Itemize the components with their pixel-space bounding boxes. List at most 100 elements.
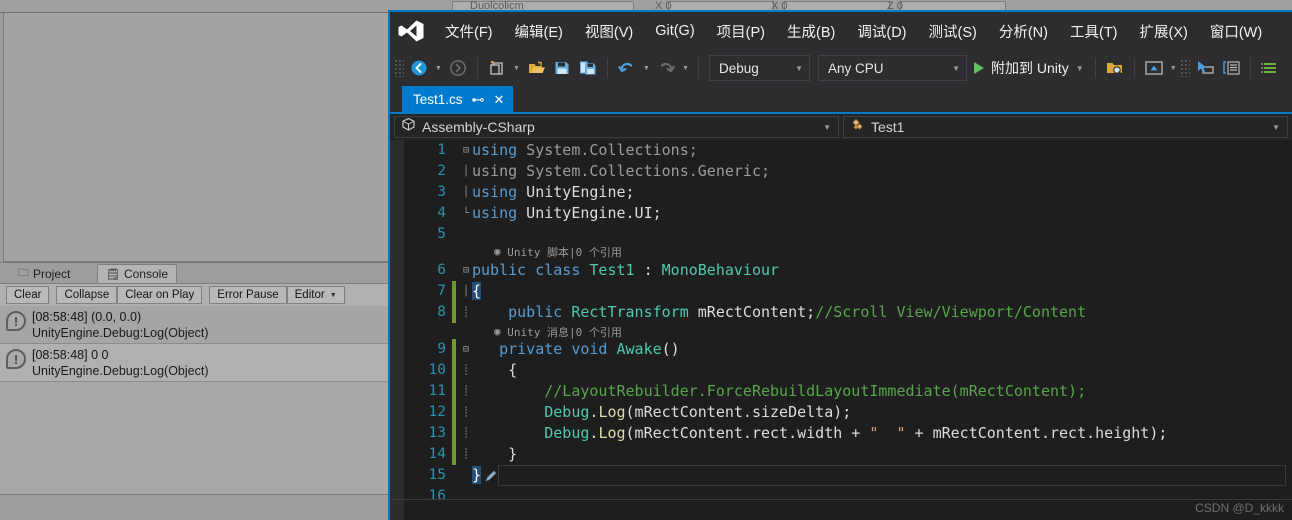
tab-test1-cs[interactable]: Test1.cs ⊷ ✕ [402, 86, 514, 112]
project-dropdown[interactable]: Assembly-CSharp ▼ [394, 116, 839, 138]
menu-extensions[interactable]: 扩展(X) [1129, 17, 1199, 46]
token-class: Debug [544, 403, 590, 421]
menu-file[interactable]: 文件(F) [434, 17, 504, 46]
pin-icon[interactable]: ⊷ [472, 93, 485, 106]
code-line[interactable]: 3 │ using UnityEngine; [390, 182, 1292, 203]
code-line[interactable]: 15 } [390, 465, 1292, 486]
chevron-down-icon[interactable]: ▼ [1167, 55, 1180, 81]
code-line[interactable]: 5 [390, 224, 1292, 245]
code-text: } [472, 444, 1292, 465]
open-file-icon[interactable] [523, 55, 549, 81]
list-item[interactable]: ! [08:58:48] (0.0, 0.0) UnityEngine.Debu… [0, 306, 392, 344]
navigate-backward-icon[interactable] [406, 55, 432, 81]
line-number: 12 [428, 404, 446, 420]
fold-toggle-icon[interactable]: ⊟ [460, 260, 472, 281]
fold-line-icon: ┊ [462, 307, 470, 318]
select-element-icon[interactable] [1192, 55, 1218, 81]
code-line[interactable]: 14 ┊ } [390, 444, 1292, 465]
save-icon[interactable] [549, 55, 575, 81]
navigate-forward-icon[interactable] [445, 55, 471, 81]
console-error-pause-button[interactable]: Error Pause [209, 286, 287, 304]
menu-debug[interactable]: 调试(D) [846, 17, 917, 46]
chevron-down-icon: ▼ [952, 63, 960, 73]
change-bar [452, 381, 456, 402]
menu-test[interactable]: 测试(S) [918, 17, 988, 46]
code-line[interactable]: 13 ┊ Debug.Log(mRectContent.rect.width +… [390, 423, 1292, 444]
codelens-class[interactable]: ◉ Unity 脚本|0 个引用 [390, 244, 1292, 259]
solution-explorer-icon[interactable] [1257, 55, 1283, 81]
type-dropdown[interactable]: Test1 ▼ [843, 116, 1288, 138]
live-share-icon[interactable] [1141, 55, 1167, 81]
code-line[interactable]: 9 ⊟ private void Awake() [390, 339, 1292, 360]
unity-scene-panel[interactable] [3, 4, 390, 262]
code-line[interactable]: 2 │ using System.Collections.Generic; [390, 161, 1292, 182]
codelens-method[interactable]: ◉ Unity 消息|0 个引用 [390, 324, 1292, 339]
attach-to-unity-button[interactable]: 附加到 Unity ▼ [971, 58, 1089, 78]
change-bar [452, 302, 456, 323]
visual-studio-window: 文件(F) 编辑(E) 视图(V) Git(G) 项目(P) 生成(B) 调试(… [388, 10, 1292, 520]
undo-icon[interactable] [614, 55, 640, 81]
pencil-edit-icon[interactable] [484, 468, 498, 482]
code-line[interactable]: 6 ⊟ public class Test1 : MonoBehaviour [390, 260, 1292, 281]
unity-editor-window: 🗀 Project 🗒 Console Clear Collapse Clear… [0, 0, 392, 520]
menu-tools[interactable]: 工具(T) [1059, 17, 1129, 46]
type-dropdown-value: Test1 [871, 119, 905, 135]
console-clear-button[interactable]: Clear [6, 286, 50, 304]
console-clear-on-play-button[interactable]: Clear on Play [117, 286, 203, 304]
unity-console-log-list[interactable]: ! [08:58:48] (0.0, 0.0) UnityEngine.Debu… [0, 306, 392, 494]
toolbar-grip-handle[interactable] [394, 59, 404, 77]
line-number: 10 [428, 362, 446, 378]
chevron-down-icon[interactable]: ▼ [432, 55, 445, 81]
code-line[interactable]: 8 ┊ public RectTransform mRectContent;//… [390, 302, 1292, 323]
code-text: public class Test1 : MonoBehaviour [472, 260, 1292, 281]
menu-edit[interactable]: 编辑(E) [504, 17, 574, 46]
menu-analyze[interactable]: 分析(N) [988, 17, 1059, 46]
live-visual-tree-icon[interactable] [1218, 55, 1244, 81]
chevron-down-icon[interactable]: ▼ [679, 55, 692, 81]
code-line[interactable]: 11 ┊ //LayoutRebuilder.ForceRebuildLayou… [390, 381, 1292, 402]
token-class: Debug [544, 424, 590, 442]
token-namespace: UnityEngine.UI; [517, 204, 662, 222]
close-icon[interactable]: ✕ [494, 93, 505, 106]
menu-window[interactable]: 窗口(W) [1199, 17, 1273, 46]
line-number: 9 [437, 341, 446, 357]
change-bar [452, 140, 456, 161]
console-collapse-button[interactable]: Collapse [56, 286, 118, 304]
fold-line-icon: ┊ [462, 386, 470, 397]
code-editor[interactable]: 1 ⊟ using System.Collections; 2 │ using … [390, 140, 1292, 520]
play-icon [974, 62, 984, 74]
token-punct: : [634, 261, 662, 279]
unity-tab-project[interactable]: 🗀 Project [10, 264, 78, 283]
standard-toolbar: ▼ ▼ ▼ ▼ Debug ▼ Any CPU ▼ 附加到 Unity ▼ ▼ [390, 50, 1292, 86]
chevron-down-icon[interactable]: ▼ [640, 55, 653, 81]
menu-build[interactable]: 生成(B) [776, 17, 846, 46]
code-line[interactable]: 1 ⊟ using System.Collections; [390, 140, 1292, 161]
token-keyword: class [535, 261, 581, 279]
token-args: (mRectContent.sizeDelta); [625, 403, 852, 421]
code-line[interactable]: 12 ┊ Debug.Log(mRectContent.sizeDelta); [390, 402, 1292, 423]
fold-toggle-icon[interactable]: ⊟ [460, 339, 472, 360]
solution-configuration-dropdown[interactable]: Debug ▼ [709, 55, 810, 81]
chevron-down-icon[interactable]: ▼ [510, 55, 523, 81]
search-folder-icon[interactable] [1102, 55, 1128, 81]
redo-icon[interactable] [653, 55, 679, 81]
menu-view[interactable]: 视图(V) [574, 17, 644, 46]
save-all-icon[interactable] [575, 55, 601, 81]
new-project-icon[interactable] [484, 55, 510, 81]
code-line[interactable]: 10 ┊ { [390, 360, 1292, 381]
fold-toggle-icon[interactable]: ⊟ [460, 140, 472, 161]
code-line[interactable]: 7 │ { [390, 281, 1292, 302]
unity-tab-console[interactable]: 🗒 Console [97, 264, 177, 283]
console-editor-dropdown[interactable]: Editor ▼ [286, 286, 345, 304]
code-line[interactable]: 16 [390, 486, 1292, 507]
code-line[interactable]: 4 └ using UnityEngine.UI; [390, 203, 1292, 224]
toolbar-grip-handle[interactable] [1179, 59, 1190, 77]
code-text: public RectTransform mRectContent;//Scro… [472, 302, 1292, 323]
list-item[interactable]: ! [08:58:48] 0 0 UnityEngine.Debug:Log(O… [0, 344, 392, 382]
token-brace: { [508, 361, 518, 379]
menu-git[interactable]: Git(G) [644, 19, 705, 43]
solution-platform-dropdown[interactable]: Any CPU ▼ [818, 55, 967, 81]
menu-project[interactable]: 项目(P) [706, 17, 776, 46]
log-entry-text: [08:58:48] (0.0, 0.0) UnityEngine.Debug:… [32, 306, 209, 341]
line-number: 5 [437, 226, 446, 242]
